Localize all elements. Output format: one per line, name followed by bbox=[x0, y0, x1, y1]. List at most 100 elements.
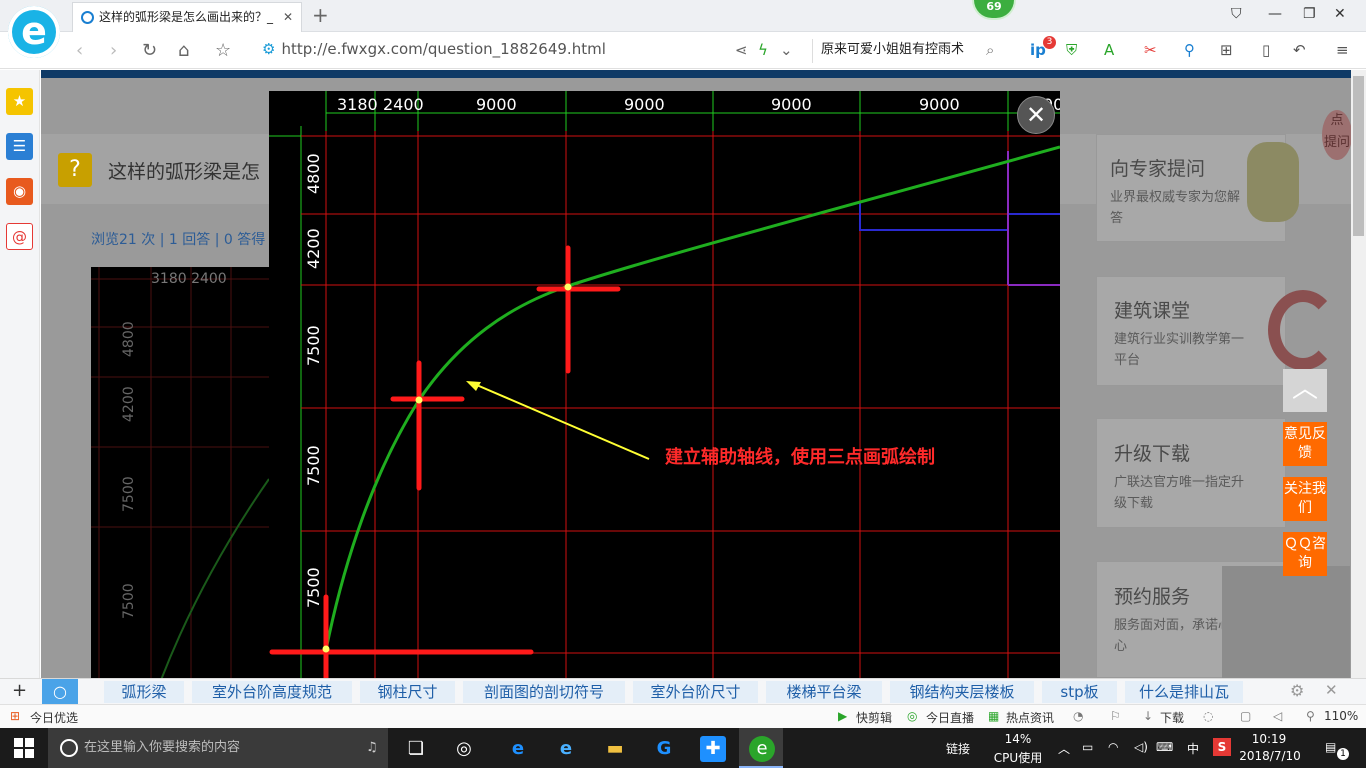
clock-date[interactable]: 2018/7/10 bbox=[1239, 749, 1301, 763]
shield-icon[interactable]: ⛨ bbox=[1066, 41, 1077, 59]
chevron-down-icon[interactable]: ⌄ bbox=[780, 41, 793, 59]
undo-icon[interactable]: ↶ bbox=[1293, 41, 1306, 59]
speed-icon[interactable]: ◔ bbox=[1073, 709, 1083, 723]
question-title: 这样的弧形梁是怎 bbox=[108, 161, 261, 183]
mute-icon[interactable]: ◁ bbox=[1273, 709, 1282, 723]
popup-close-button[interactable]: ✕ bbox=[1017, 96, 1055, 134]
forward-icon[interactable]: › bbox=[110, 40, 117, 61]
browser-logo-icon[interactable]: e bbox=[8, 6, 60, 58]
file-explorer-icon[interactable]: ▬ bbox=[602, 736, 628, 762]
windows-start-icon[interactable] bbox=[14, 738, 34, 758]
refresh-icon[interactable]: ↻ bbox=[142, 40, 157, 61]
volume-icon[interactable]: ◁) bbox=[1134, 740, 1148, 754]
shirt-skin-icon[interactable]: ⛉ bbox=[1231, 6, 1242, 22]
tag-link[interactable]: 楼梯平台梁 bbox=[766, 681, 882, 703]
ie-browser-icon[interactable]: e bbox=[553, 736, 579, 762]
scissors-icon[interactable]: ✂ bbox=[1144, 41, 1157, 59]
translate-icon[interactable]: A bbox=[1104, 41, 1114, 59]
favorites-star-icon[interactable]: ★ bbox=[6, 88, 33, 115]
clock-time[interactable]: 10:19 bbox=[1249, 732, 1289, 746]
tag-link[interactable]: 钢柱尺寸 bbox=[360, 681, 455, 703]
window-icon[interactable]: ▢ bbox=[1240, 709, 1251, 723]
battery-icon[interactable]: ▭ bbox=[1082, 740, 1093, 754]
ime-indicator[interactable]: 中 bbox=[1187, 740, 1199, 757]
back-icon[interactable]: ‹ bbox=[76, 40, 83, 61]
add-tag-icon[interactable]: + bbox=[12, 680, 27, 701]
qq-consult-button[interactable]: ＱＱ咨询 bbox=[1283, 532, 1327, 576]
restore-button[interactable]: ❐ bbox=[1303, 6, 1316, 22]
taskbar-search-input[interactable]: 在这里输入你要搜索的内容 ♫ bbox=[48, 728, 388, 768]
close-tagbar-icon[interactable]: ✕ bbox=[1325, 681, 1338, 699]
browser-e-app-icon[interactable]: e bbox=[749, 736, 775, 762]
mail-icon[interactable]: @ bbox=[6, 223, 33, 250]
search-input[interactable]: 原来可爱小姐姐有控雨术 bbox=[812, 39, 1007, 63]
status-item[interactable]: 快剪辑 bbox=[856, 709, 892, 726]
notification-badge[interactable]: 69 bbox=[972, 0, 1016, 20]
page-scrollbar[interactable] bbox=[1351, 70, 1366, 678]
security-icon: ⚙ bbox=[262, 40, 276, 58]
app-plus-icon[interactable]: ✚ bbox=[700, 736, 726, 762]
keyboard-icon[interactable]: ⌨ bbox=[1156, 740, 1173, 754]
card-subtitle: 建筑行业实训教学第一平台 bbox=[1114, 332, 1245, 368]
tab-close-icon[interactable]: ✕ bbox=[283, 3, 293, 31]
reading-mode-icon[interactable]: ▯ bbox=[1262, 41, 1270, 59]
notification-icon[interactable]: ▤ bbox=[1325, 740, 1336, 754]
apps-icon[interactable]: ⊞ bbox=[1220, 41, 1233, 59]
clean-icon[interactable]: ◌ bbox=[1203, 709, 1213, 723]
video-edit-icon: ▶ bbox=[838, 709, 848, 723]
follow-us-button[interactable]: 关注我们 bbox=[1283, 477, 1327, 521]
home-icon[interactable]: ⌂ bbox=[178, 40, 189, 61]
feedback-button[interactable]: 意见反馈 bbox=[1283, 422, 1327, 466]
zoom-level[interactable]: 110% bbox=[1324, 709, 1358, 723]
pin-icon[interactable]: ⚐ bbox=[1110, 709, 1121, 723]
close-window-button[interactable]: ✕ bbox=[1334, 6, 1346, 22]
scrollbar-thumb[interactable] bbox=[1353, 76, 1364, 236]
tag-link[interactable]: 室外台阶高度规范 bbox=[192, 681, 352, 703]
card-subtitle: 业界最权威专家为您解答 bbox=[1110, 190, 1241, 226]
card-subtitle: 广联达官方唯一指定升级下载 bbox=[1114, 475, 1245, 511]
share-icon[interactable]: ⋖ bbox=[735, 41, 748, 59]
reading-list-icon[interactable]: ☰ bbox=[6, 133, 33, 160]
tag-link[interactable]: 室外台阶尺寸 bbox=[633, 681, 758, 703]
new-tab-button[interactable]: + bbox=[312, 3, 329, 27]
task-view-icon[interactable]: ❏ bbox=[403, 736, 429, 762]
link-label[interactable]: 链接 bbox=[946, 740, 970, 757]
status-item[interactable]: 今日直播 bbox=[926, 709, 974, 726]
status-item[interactable]: 热点资讯 bbox=[1006, 709, 1054, 726]
search-icon[interactable]: ⌕ bbox=[986, 41, 994, 59]
dim-label: 9000 bbox=[476, 95, 517, 114]
tag-search-icon[interactable]: ○ bbox=[42, 679, 78, 704]
address-bar[interactable]: ⚙ http://e.fwxgx.com/question_1882649.htm… bbox=[262, 40, 732, 62]
tag-link[interactable]: 剖面图的剖切符号 bbox=[463, 681, 625, 703]
sogou-ime-icon[interactable]: S bbox=[1213, 738, 1231, 756]
weibo-icon[interactable]: ◉ bbox=[6, 178, 33, 205]
zoom-icon[interactable]: ⚲ bbox=[1306, 709, 1315, 723]
card-title: 升级下载 bbox=[1114, 443, 1191, 465]
windows-taskbar: 在这里输入你要搜索的内容 ♫ ❏ ◎ e e ▬ G ✚ e 链接 14% CP… bbox=[0, 728, 1366, 768]
edge-browser-icon[interactable]: e bbox=[505, 736, 531, 762]
tag-link[interactable]: stp板 bbox=[1042, 681, 1117, 703]
browser-tab[interactable]: 这样的弧形梁是怎么画出来的？_ ✕ bbox=[72, 2, 302, 32]
favorite-star-icon[interactable]: ☆ bbox=[215, 40, 231, 61]
menu-icon[interactable]: ≡ bbox=[1336, 41, 1349, 59]
magnifier-tool-icon[interactable]: ⚲ bbox=[1184, 41, 1195, 59]
lightning-icon[interactable]: ϟ bbox=[758, 41, 768, 59]
status-item[interactable]: 下载 bbox=[1160, 709, 1184, 726]
tray-expand-icon[interactable]: ︿ bbox=[1058, 740, 1070, 757]
tag-link[interactable]: 弧形梁 bbox=[104, 681, 184, 703]
app-swirl-icon[interactable]: ◎ bbox=[451, 736, 477, 762]
app-g-icon[interactable]: G bbox=[651, 736, 677, 762]
microphone-icon[interactable]: ♫ bbox=[366, 728, 378, 768]
dim-label: 7500 bbox=[304, 445, 323, 486]
wifi-icon[interactable]: ◠ bbox=[1108, 740, 1118, 754]
minimize-button[interactable]: — bbox=[1268, 6, 1282, 22]
tag-link[interactable]: 钢结构夹层楼板 bbox=[890, 681, 1034, 703]
settings-gear-icon[interactable]: ⚙ bbox=[1290, 681, 1304, 700]
back-to-top-button[interactable]: ︿ bbox=[1283, 369, 1327, 412]
question-mark-icon: ? bbox=[58, 153, 92, 187]
background-drawing-image: 3180 2400 4800 4200 7500 7500 bbox=[91, 267, 270, 681]
ask-corner-badge[interactable]: 点 提问 bbox=[1322, 110, 1352, 160]
left-sidebar: ★ ☰ ◉ @ bbox=[0, 70, 40, 680]
tag-link[interactable]: 什么是排山瓦 bbox=[1125, 681, 1243, 703]
today-picks-link[interactable]: 今日优选 bbox=[30, 709, 78, 726]
